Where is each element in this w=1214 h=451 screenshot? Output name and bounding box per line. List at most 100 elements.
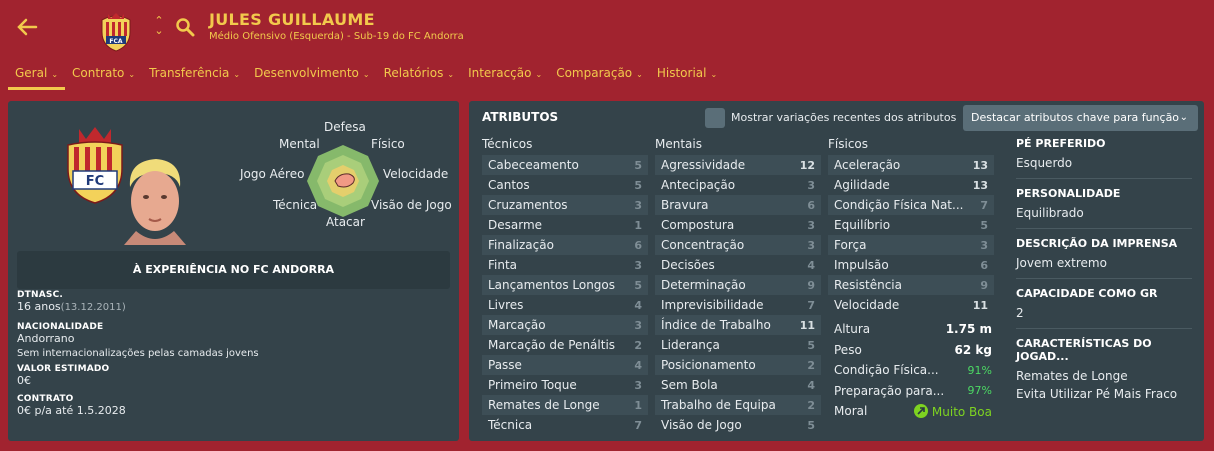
recent-changes-label[interactable]: Mostrar variações recentes dos atributos: [731, 111, 956, 124]
attribute-row[interactable]: Posicionamento 2: [655, 355, 821, 375]
contract-value: 0€ p/a até 1.5.2028: [17, 404, 126, 417]
match-fitness-row: Preparação para... 97%: [834, 383, 992, 398]
search-icon[interactable]: [175, 17, 195, 37]
attribute-name: Índice de Trabalho: [661, 318, 771, 332]
attribute-name: Liderança: [661, 338, 720, 352]
tab-historial[interactable]: Historial ⌄: [650, 62, 724, 90]
attribute-row[interactable]: Bravura 6: [655, 195, 821, 215]
tab-transferencia[interactable]: Transferência ⌄: [142, 62, 247, 90]
attribute-value: 5: [980, 218, 988, 232]
attribute-value: 1: [634, 398, 642, 412]
attribute-value: 2: [807, 358, 815, 372]
attribute-row[interactable]: Determinação 9: [655, 275, 821, 295]
condition-value: 91%: [967, 363, 992, 377]
tab-relatorios[interactable]: Relatórios ⌄: [377, 62, 461, 90]
attribute-row[interactable]: Compostura 3: [655, 215, 821, 235]
attribute-name: Remates de Longe: [488, 398, 600, 412]
attribute-row[interactable]: Marcação 3: [482, 315, 648, 335]
mentais-header: Mentais: [655, 137, 702, 151]
dob-label: DTNASC.: [17, 290, 64, 300]
attribute-value: 7: [634, 418, 642, 432]
chevron-down-icon: ⌄: [710, 70, 718, 79]
preferred-foot: PÉ PREFERIDO Esquerdo: [1016, 137, 1192, 179]
match-fitness-value: 97%: [967, 384, 992, 398]
attribute-value: 5: [807, 418, 815, 432]
attribute-row[interactable]: Agressividade 12: [655, 155, 821, 175]
attribute-value: 3: [980, 238, 988, 252]
experience-banner[interactable]: À EXPERIÊNCIA NO FC ANDORRA: [17, 251, 450, 289]
attribute-row[interactable]: Índice de Trabalho 11: [655, 315, 821, 335]
media-description: DESCRIÇÃO DA IMPRENSA Jovem extremo: [1016, 237, 1192, 279]
attribute-row[interactable]: Finta 3: [482, 255, 648, 275]
attribute-value: 2: [634, 338, 642, 352]
tab-geral[interactable]: Geral ⌄: [8, 62, 66, 90]
attribute-row[interactable]: Velocidade 11: [828, 295, 994, 315]
attribute-row[interactable]: Decisões 4: [655, 255, 821, 275]
attribute-row[interactable]: Concentração 3: [655, 235, 821, 255]
attribute-row[interactable]: Equilíbrio 5: [828, 215, 994, 235]
attribute-name: Lançamentos Longos: [488, 278, 616, 292]
attribute-row[interactable]: Sem Bola 4: [655, 375, 821, 395]
attribute-row[interactable]: Desarme 1: [482, 215, 648, 235]
nationality-value[interactable]: Andorrano: [17, 332, 259, 345]
svg-text:FC: FC: [86, 174, 104, 189]
attribute-row[interactable]: Passe 4: [482, 355, 648, 375]
attribute-row[interactable]: Força 3: [828, 235, 994, 255]
attribute-name: Antecipação: [661, 178, 736, 192]
attribute-name: Cabeceamento: [488, 158, 579, 172]
attribute-row[interactable]: Cruzamentos 3: [482, 195, 648, 215]
prev-next-player-arrows[interactable]: ⌃ ⌄: [152, 15, 166, 36]
tab-contrato[interactable]: Contrato ⌄: [65, 62, 142, 90]
attribute-value: 11: [972, 298, 988, 312]
profile-column: PÉ PREFERIDO Esquerdo PERSONALIDADE Equi…: [1016, 137, 1192, 403]
attribute-row[interactable]: Cabeceamento 5: [482, 155, 648, 175]
attribute-name: Posicionamento: [661, 358, 756, 372]
header: FCA ⌃ ⌄ JULES GUILLAUME Médio Ofensivo (E…: [0, 0, 1214, 94]
radar-label-fisico: Físico: [371, 137, 405, 151]
attribute-row[interactable]: Imprevisibilidade 7: [655, 295, 821, 315]
attribute-row[interactable]: Trabalho de Equipa 2: [655, 395, 821, 415]
attribute-value: 6: [980, 258, 988, 272]
attribute-row[interactable]: Liderança 5: [655, 335, 821, 355]
attribute-row[interactable]: Visão de Jogo 5: [655, 415, 821, 435]
attribute-row[interactable]: Lançamentos Longos 5: [482, 275, 648, 295]
chevron-down-icon: ⌄: [128, 70, 136, 79]
attribute-row[interactable]: Aceleração 13: [828, 155, 994, 175]
tab-bar: Geral ⌄ Contrato ⌄ Transferência ⌄ Desenvol…: [8, 62, 724, 92]
attribute-row[interactable]: Finalização 6: [482, 235, 648, 255]
attribute-row[interactable]: Condição Física Nat... 7: [828, 195, 994, 215]
highlight-role-dropdown[interactable]: Destacar atributos chave para função ⌄: [963, 105, 1198, 131]
attribute-value: 4: [807, 378, 815, 392]
attribute-value: 3: [807, 178, 815, 192]
attribute-row[interactable]: Agilidade 13: [828, 175, 994, 195]
attribute-row[interactable]: Remates de Longe 1: [482, 395, 648, 415]
attribute-row[interactable]: Livres 4: [482, 295, 648, 315]
tab-comparacao[interactable]: Comparação ⌄: [549, 62, 650, 90]
height-row: Altura 1.75 m: [834, 322, 992, 337]
attribute-row[interactable]: Antecipação 3: [655, 175, 821, 195]
attribute-name: Concentração: [661, 238, 745, 252]
attribute-name: Imprevisibilidade: [661, 298, 764, 312]
attribute-value: 3: [807, 218, 815, 232]
attribute-row[interactable]: Marcação de Penáltis 2: [482, 335, 648, 355]
fisicos-header: Físicos: [828, 137, 869, 151]
morale-row[interactable]: Moral Muito Boa: [828, 401, 998, 422]
attribute-name: Cantos: [488, 178, 530, 192]
attribute-row[interactable]: Resistência 9: [828, 275, 994, 295]
attribute-value: 5: [634, 178, 642, 192]
attribute-value: 9: [807, 278, 815, 292]
back-arrow-icon[interactable]: [14, 14, 40, 40]
player-overview-panel: FC Defesa Mental Físico Jogo Aéreo Veloc…: [8, 101, 459, 441]
tab-desenvolvimento[interactable]: Desenvolvimento ⌄: [247, 62, 377, 90]
attribute-row[interactable]: Técnica 7: [482, 415, 648, 435]
recent-changes-checkbox[interactable]: [705, 108, 725, 128]
chevron-down-icon: ⌄: [447, 70, 455, 79]
attribute-value: 9: [980, 278, 988, 292]
tab-interaccao[interactable]: Interacção ⌄: [461, 62, 549, 90]
weight-value: 62 kg: [954, 342, 992, 357]
attribute-row[interactable]: Primeiro Toque 3: [482, 375, 648, 395]
attribute-row[interactable]: Cantos 5: [482, 175, 648, 195]
radar-label-tecnica: Técnica: [273, 198, 318, 212]
attribute-name: Força: [834, 238, 867, 252]
attribute-row[interactable]: Impulsão 6: [828, 255, 994, 275]
